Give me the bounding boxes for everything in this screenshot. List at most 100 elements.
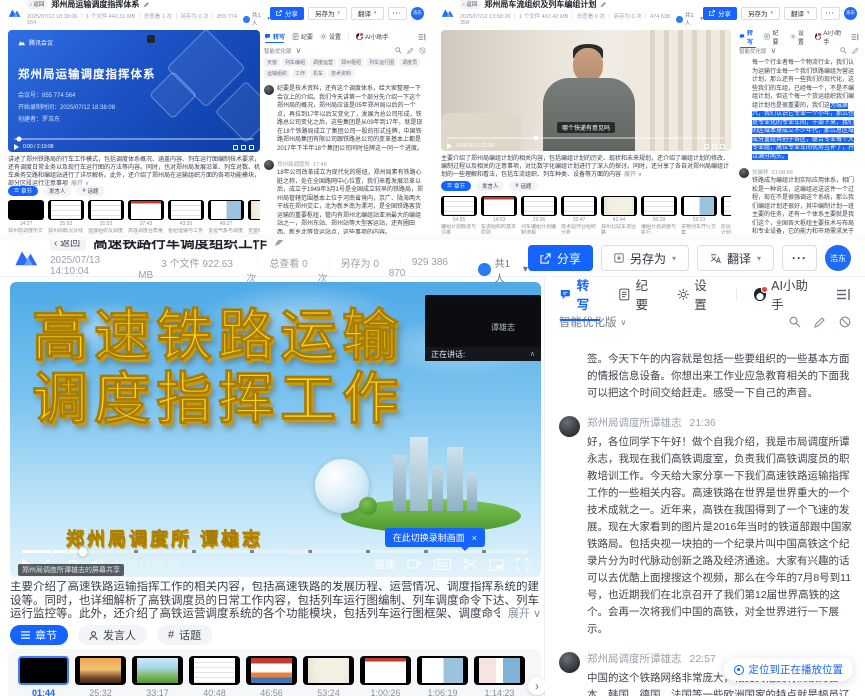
topic-chip[interactable]: 工作 <box>292 69 308 78</box>
chapter-item[interactable]: 59:23 货物列车开行方案 <box>681 196 717 234</box>
tab-settings[interactable]: 设置 <box>677 277 719 313</box>
progress-knob[interactable] <box>533 136 538 141</box>
chapter-item[interactable]: 40:48 <box>189 656 240 689</box>
progress-knob[interactable] <box>16 137 21 142</box>
collapse-panel-icon[interactable] <box>418 33 426 41</box>
collapse-pip-icon[interactable]: ∧ <box>530 350 535 358</box>
chapter-item[interactable]: 31:52 运输组织及调度所职责 <box>88 200 124 234</box>
main-video-player[interactable]: 高速铁路运输 调度指挥工作 郑州局调度所 谭雄志 谭雄志 正在讲话:∧ 在此切换… <box>10 282 541 577</box>
chapter-item[interactable]: 53:24 <box>303 656 354 689</box>
save-as-button[interactable]: 另存为▾ <box>308 7 347 20</box>
chapter-thumbnail[interactable] <box>441 196 477 216</box>
tab-settings[interactable]: 设置 <box>790 30 808 46</box>
chapter-thumbnail[interactable] <box>75 656 126 685</box>
cc-icon[interactable] <box>233 145 238 150</box>
switch-view-tooltip[interactable]: 在此切换录制画面× <box>385 528 485 547</box>
more-button[interactable]: ··· <box>782 245 817 271</box>
tab-chapters[interactable]: ☰ 章节 <box>441 181 471 191</box>
progress-bar[interactable] <box>447 137 725 139</box>
search-icon[interactable] <box>840 47 847 54</box>
close-icon[interactable]: × <box>472 533 477 543</box>
transcript-mode-select[interactable]: 智能优化版 <box>559 314 617 330</box>
edit-title-icon[interactable] <box>143 2 149 8</box>
playback-speed-button[interactable]: 倍速 <box>374 557 395 572</box>
wb-video-player[interactable]: 哪个快递有意见吗 1:04:26 / 3:22:08 <box>441 30 731 151</box>
edit-icon[interactable] <box>814 316 826 328</box>
chapter-item[interactable]: 32:47 技术站作业组织分析 <box>561 196 597 234</box>
chapter-item[interactable]: 49:27 货运气象与调度系统 <box>208 200 244 234</box>
chapter-thumbnail[interactable] <box>561 196 597 216</box>
translate-button[interactable]: 翻译▾ <box>697 245 774 271</box>
chapter-marker[interactable] <box>303 549 308 554</box>
more-button[interactable]: ··· <box>388 7 408 20</box>
transcript-scroll-area[interactable]: 签。今天下午的内容就是包括一些要组织的一些基本方面的情报信息设备。你想出来工作业… <box>559 351 853 696</box>
chapter-thumbnail[interactable] <box>521 196 557 216</box>
chapter-thumbnail[interactable] <box>601 196 637 216</box>
transcript-mode-select[interactable]: 智能优化版 <box>739 47 767 55</box>
edit-icon[interactable] <box>852 47 859 54</box>
chapter-thumbnail[interactable] <box>360 656 411 685</box>
tab-transcript[interactable]: 转写 <box>739 30 757 46</box>
chapter-item[interactable]: 1:06:19 <box>417 656 468 689</box>
edit-icon[interactable] <box>407 47 414 54</box>
filter-words-icon[interactable] <box>419 47 426 54</box>
chapter-item[interactable]: 1:14:23 <box>474 656 525 689</box>
chapter-item[interactable]: 23:36 列车编组计划编制流程 <box>521 196 557 234</box>
speaker-pip-video[interactable]: 谭雄志 正在讲话:∧ <box>425 295 541 361</box>
chapter-item[interactable]: 43:35 枢纽运输与工务分布 <box>168 200 204 234</box>
chapter-marker[interactable] <box>293 549 298 554</box>
chapter-thumbnail[interactable] <box>248 200 260 220</box>
tab-chapters[interactable]: ☰ 章节 <box>8 186 38 196</box>
members-chip[interactable]: 共1人▾ <box>478 255 528 285</box>
tab-chapters[interactable]: 章节 <box>10 625 68 645</box>
chapter-thumbnail[interactable] <box>18 656 69 685</box>
tab-transcript[interactable]: 转写 <box>264 32 285 41</box>
transcript-entry[interactable]: 纪要是技术资料，还有这个调度体系，给大家整理一下会议上的介绍。我们今天讲第一个部… <box>264 85 426 153</box>
transcript-entry[interactable]: 刘端祥01:08:56 铁路成为编组计划实际应用体系，相门松是一种说法，这编组运… <box>739 168 859 234</box>
switch-screen-icon[interactable] <box>407 558 422 571</box>
back-button[interactable]: ‹ 返回 <box>27 0 47 9</box>
user-avatar[interactable]: 浩东 <box>844 7 857 20</box>
more-button[interactable]: ··· <box>821 7 841 20</box>
chapter-thumbnail[interactable] <box>641 196 677 216</box>
topic-chip[interactable]: 郑州枢纽 <box>338 58 364 67</box>
chapter-item[interactable]: 14:27 郑州局调度所文化与沿革 <box>8 200 44 234</box>
chapter-thumbnail[interactable] <box>481 196 517 216</box>
members-chip[interactable]: 共1人▾ <box>676 11 703 27</box>
topic-chip[interactable]: 天窗 <box>264 58 280 67</box>
chapter-thumbnail[interactable] <box>246 656 297 685</box>
share-button[interactable]: 分享 <box>270 7 304 20</box>
share-button[interactable]: 分享 <box>703 7 737 20</box>
search-icon[interactable] <box>789 316 801 328</box>
chapter-item[interactable]: 33:17 <box>132 656 183 689</box>
transcript-mode-select[interactable]: 智能优化版 <box>264 47 292 55</box>
user-avatar[interactable]: 浩东 <box>825 245 851 271</box>
chapter-thumbnail[interactable] <box>208 200 244 220</box>
tab-settings[interactable]: 设置 <box>320 32 341 41</box>
tab-topics[interactable]: #话题 <box>157 625 212 645</box>
tab-transcript[interactable]: 转写 <box>559 277 601 313</box>
tab-minutes[interactable]: 纪要 <box>292 32 313 41</box>
fullscreen-icon[interactable] <box>720 144 725 149</box>
chapter-thumbnail[interactable] <box>48 200 84 220</box>
tab-speakers[interactable]: 发言人 <box>476 181 505 191</box>
chapter-item[interactable]: 1:08:15 阶段计划与日班计划 <box>721 196 731 234</box>
chapter-thumbnail[interactable] <box>8 200 44 220</box>
edit-title-icon[interactable] <box>600 2 606 8</box>
chapter-thumbnail[interactable] <box>681 196 717 216</box>
share-button[interactable]: 分享 <box>528 245 593 271</box>
chapter-thumbnail[interactable] <box>132 656 183 685</box>
chapter-item[interactable]: 14:03 车流组织的基本原则 <box>481 196 517 234</box>
topic-chip[interactable]: 运输组织 <box>264 69 290 78</box>
translate-button[interactable]: 翻译▾ <box>784 7 817 20</box>
chapter-item[interactable]: 25:52 郑州局概况及线路分布 <box>48 200 84 234</box>
chapter-thumbnail[interactable] <box>88 200 124 220</box>
filter-words-icon[interactable] <box>839 316 851 328</box>
back-button[interactable]: ‹ 返回 <box>460 0 480 9</box>
chapter-thumbnail[interactable] <box>474 656 525 685</box>
tab-speakers[interactable]: 发言人 <box>78 625 147 645</box>
chapter-thumbnail[interactable] <box>417 656 468 685</box>
chapter-item[interactable]: 04:55 编组计划概述与沿革 <box>441 196 477 234</box>
tab-topics[interactable]: # 话题 <box>509 181 537 191</box>
expand-link[interactable]: 展开 ∨ <box>500 608 541 622</box>
